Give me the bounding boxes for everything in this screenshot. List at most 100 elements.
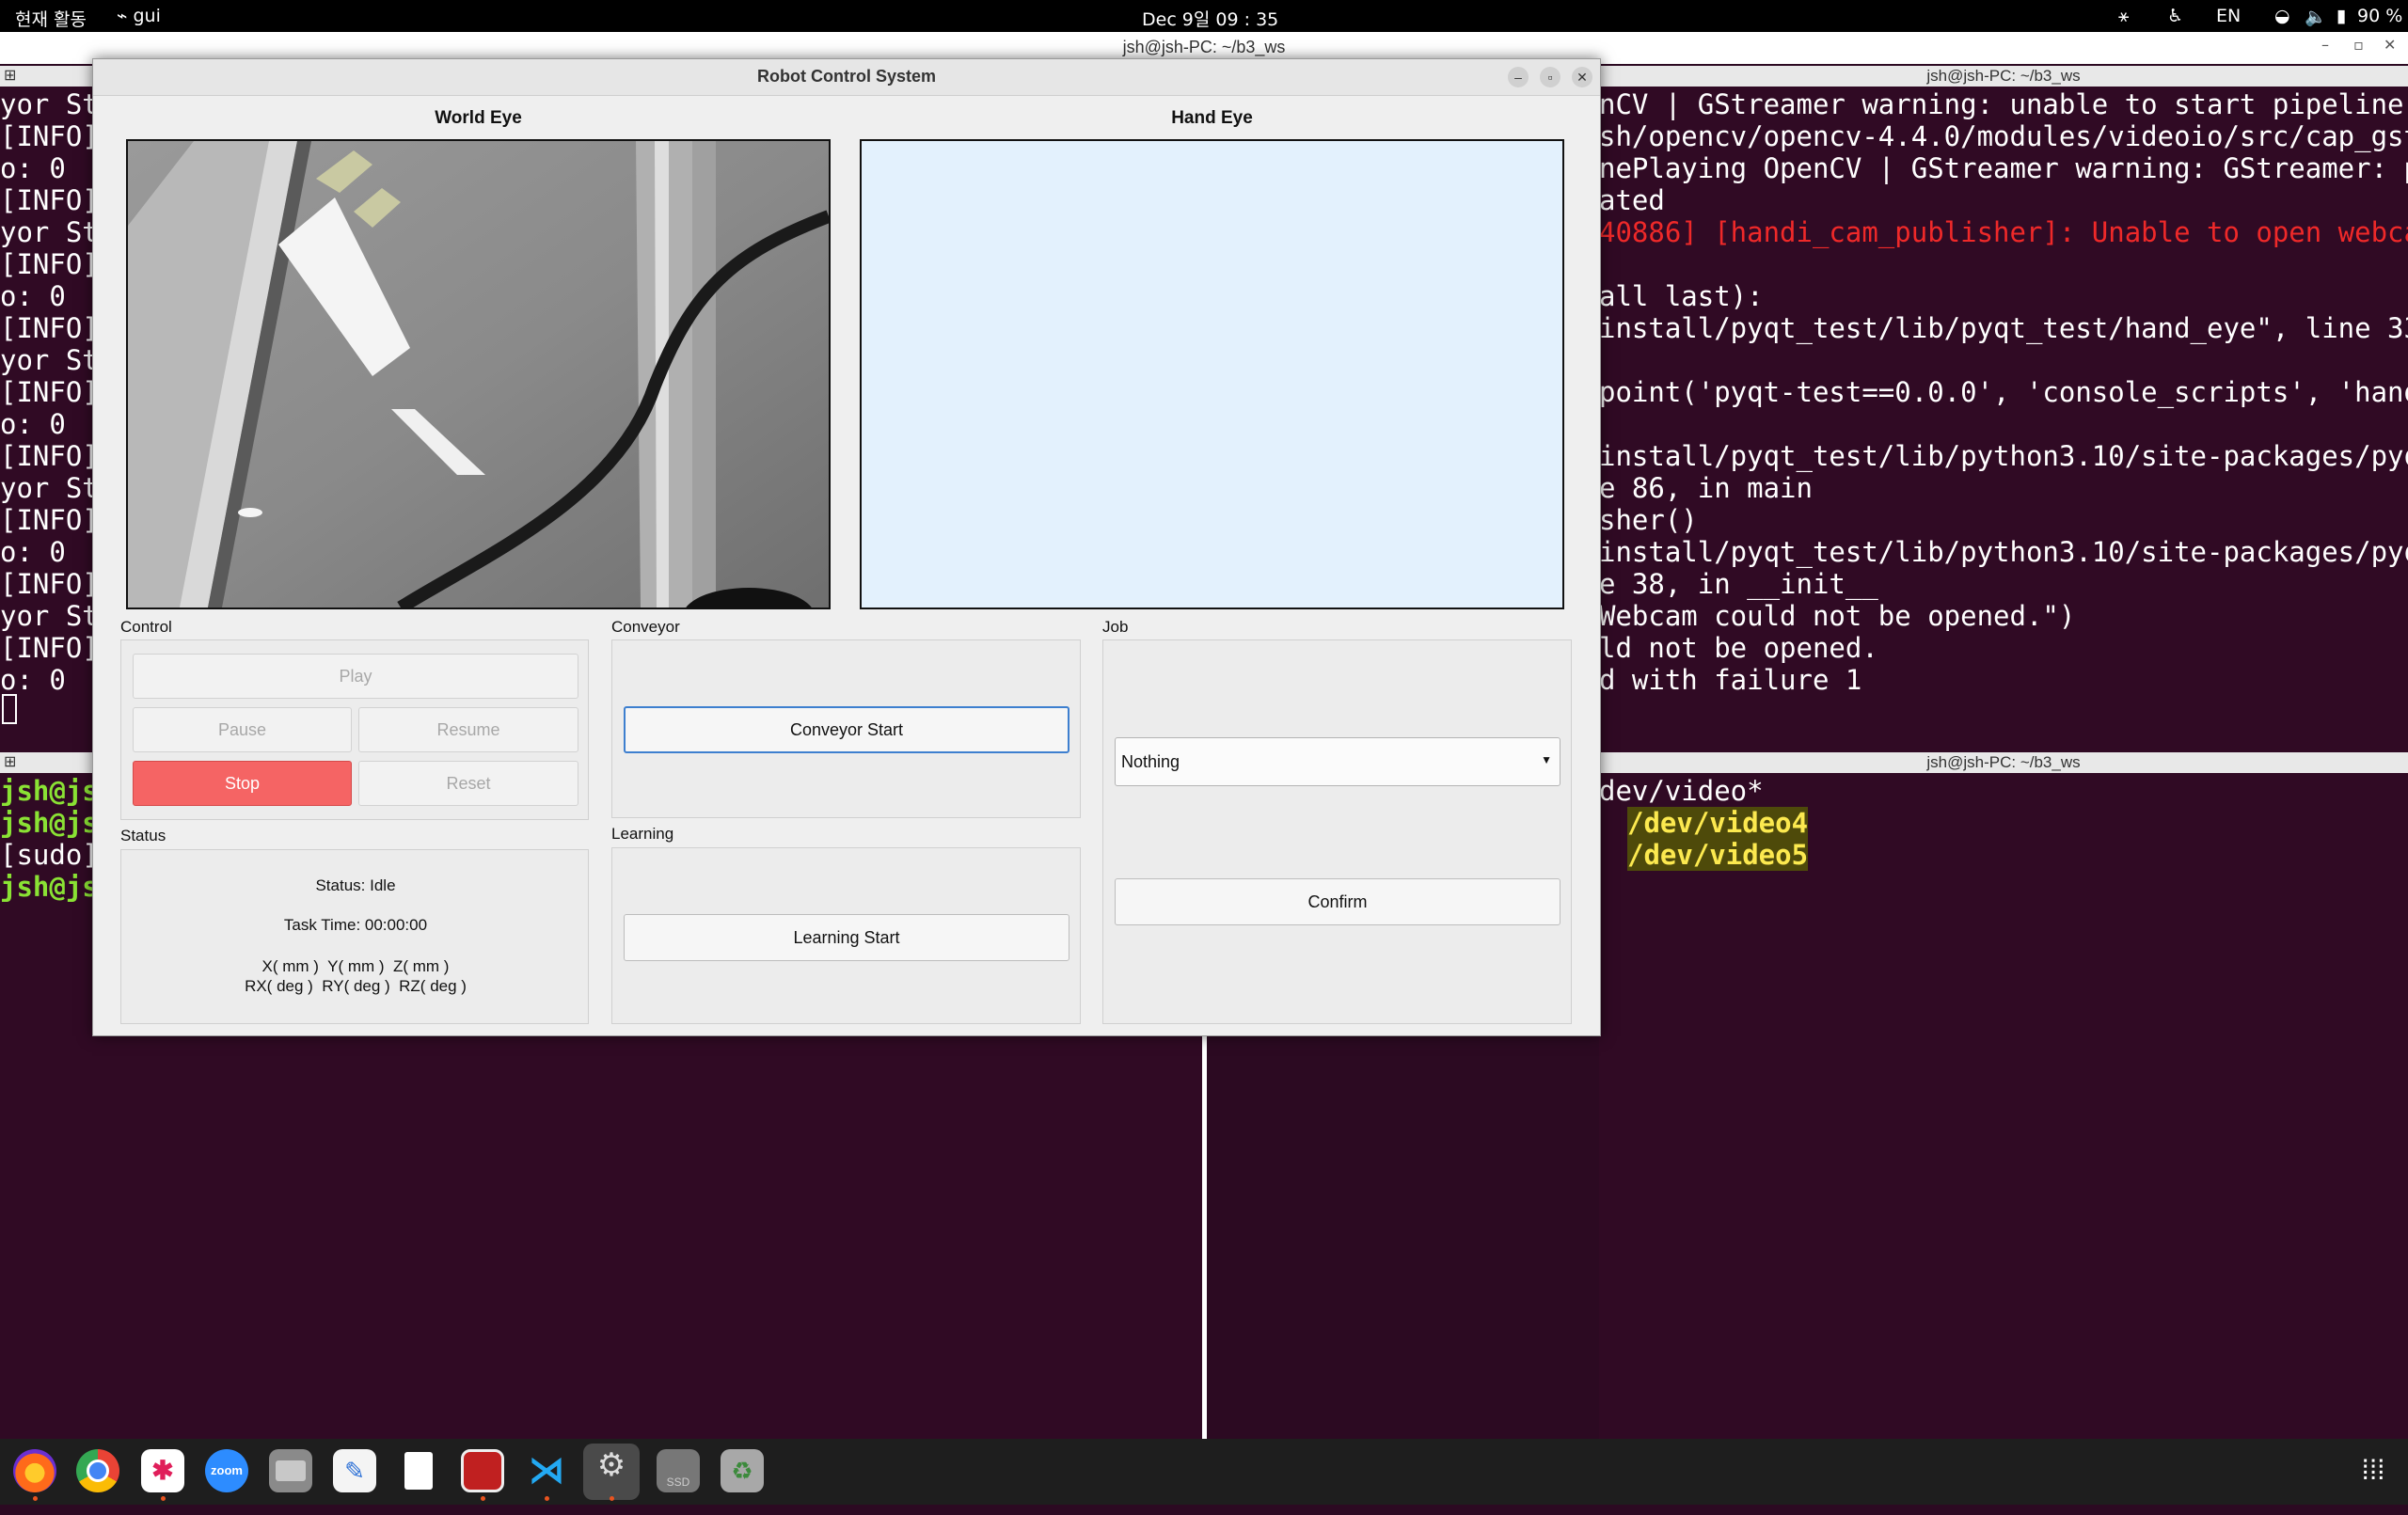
terminal-line: ld not be opened. [1599,632,1878,664]
battery-icon[interactable]: ▮ [2337,6,2346,26]
pane-divider[interactable] [1202,1033,1207,1439]
split-icon[interactable]: ⊞ [4,752,16,773]
terminal-pane-header: jsh@jsh-PC: ~/b3_ws [1599,66,2408,87]
job-select[interactable]: Nothing ▼ [1115,737,1560,786]
control-group-label: Control [120,618,172,636]
chrome-icon[interactable] [76,1449,119,1492]
terminal-line: install/pyqt_test/lib/python3.10/site-pa… [1599,440,2408,472]
terminal-line: all last): [1599,280,1764,312]
slack-icon[interactable]: ✱ [141,1449,184,1492]
files-icon[interactable] [269,1449,312,1492]
terminal-title: jsh@jsh-PC: ~/b3_ws [1122,38,1286,56]
zoom-icon[interactable]: zoom [205,1449,248,1492]
terminal-line: [INFO] [0,184,99,216]
activities-button[interactable]: 현재 활동 [15,6,87,31]
settings-gear-icon[interactable]: ⚙ [583,1444,640,1500]
learning-start-button[interactable]: Learning Start [624,914,1069,961]
terminal-line: [INFO] [0,568,99,600]
terminal-line: sher() [1599,504,1698,536]
terminal-line: [INFO] [0,120,99,152]
running-indicator [161,1496,166,1501]
terminal-right-bottom[interactable]: jsh@jsh-PC: ~/b3_ws dev/video*/dev/video… [1599,752,2408,1439]
stop-button[interactable]: Stop [133,761,352,806]
terminal-line: yor St [0,472,99,504]
terminal-line: o: 0 [0,408,66,440]
terminal-line: o: 0 [0,664,66,696]
battery-level: 90 % [2357,6,2403,26]
screen-recorder-icon[interactable] [461,1449,504,1492]
window-titlebar[interactable]: Robot Control System – ▫ ✕ [93,59,1600,96]
minimize-button[interactable]: – [1508,67,1529,87]
terminal-line: [INFO] [0,504,99,536]
pause-button[interactable]: Pause [133,707,352,752]
trash-icon[interactable]: ♻ [721,1449,764,1492]
network-share-icon[interactable]: ⚹ [2118,6,2129,26]
show-apps-grid-icon[interactable]: ⁞⁞⁞ [2352,1449,2395,1492]
camera-feed-image [128,141,829,608]
terminal-pane-title: jsh@jsh-PC: ~/b3_ws [1926,753,2081,771]
text-editor-icon[interactable]: ✎ [333,1449,376,1492]
terminal-line: Webcam could not be opened.") [1599,600,2076,632]
terminal-output: dev/video*/dev/video4/dev/video5 [1599,775,1809,871]
resume-button[interactable]: Resume [358,707,578,752]
confirm-button[interactable]: Confirm [1115,878,1560,925]
terminal-line: /dev/video5 [1627,839,1809,871]
terminal-line: dev/video* [1599,775,1764,807]
play-button[interactable]: Play [133,654,578,699]
accessibility-icon[interactable]: ♿ [2167,6,2183,26]
terminal-line: 40886] [handi_cam_publisher]: Unable to … [1599,216,2408,248]
maximize-icon[interactable]: ▫ [2353,36,2364,54]
terminal-output: nCV | GStreamer warning: unable to start… [1599,88,2408,696]
dock: ✱ zoom ✎ ⋊ ⚙ SSD ♻ ⁞⁞⁞ [0,1439,2408,1505]
document-icon[interactable] [397,1449,440,1492]
terminal-line: o: 0 [0,536,66,568]
job-group-label: Job [1102,618,1129,636]
maximize-button[interactable]: ▫ [1540,67,1560,87]
job-select-value: Nothing [1121,752,1180,771]
clock[interactable]: Dec 9일 09 : 35 [1142,6,1278,31]
terminal-line: ated [1599,184,1665,216]
terminal-line: nCV | GStreamer warning: unable to start… [1599,88,2404,120]
terminal-line: point('pyqt-test==0.0.0', 'console_scrip… [1599,376,2408,408]
terminal-line: e 38, in __init__ [1599,568,1878,600]
terminal-line: jsh@js [0,807,99,839]
terminal-line: /dev/video4 [1627,807,1809,839]
terminal-line: o: 0 [0,152,66,184]
terminal-output: yor St [INFO] o: 0 [INFO] yor St [INFO] o: 0 [I… [0,88,99,696]
reset-button[interactable]: Reset [358,761,578,806]
terminal-line: sh/opencv/opencv-4.4.0/modules/videoio/s… [1599,120,2408,152]
hand-eye-label: Hand Eye [1171,108,1253,128]
vscode-icon[interactable]: ⋊ [525,1449,568,1492]
terminal-right-top[interactable]: jsh@jsh-PC: ~/b3_ws nCV | GStreamer warn… [1599,66,2408,752]
terminal-line: install/pyqt_test/lib/python3.10/site-pa… [1599,536,2408,568]
split-icon[interactable]: ⊞ [4,66,16,87]
conveyor-start-button[interactable]: Conveyor Start [624,706,1069,753]
wifi-icon[interactable]: ◒ [2274,6,2290,26]
close-button[interactable]: ✕ [1572,67,1592,87]
terminal-line: yor St [0,88,99,120]
terminal-line: [INFO] [0,632,99,664]
close-icon[interactable]: ✕ [2384,36,2396,54]
chevron-down-icon: ▼ [1541,753,1552,766]
firefox-icon[interactable] [13,1449,56,1492]
ssd-drive-icon[interactable]: SSD [657,1449,700,1492]
language-indicator[interactable]: EN [2216,6,2241,26]
terminal-line: nePlaying OpenCV | GStreamer warning: GS… [1599,152,2408,184]
window-title: Robot Control System [756,67,936,86]
learning-group-label: Learning [611,825,674,843]
app-menu[interactable]: ⌁ gui [117,6,161,26]
learning-group: Learning Start [611,847,1081,1024]
status-group-label: Status [120,827,166,844]
terminal-cursor [2,694,17,724]
world-eye-label: World Eye [435,108,522,128]
status-group: Status: Idle Task Time: 00:00:00 X( mm )… [120,849,589,1024]
running-indicator [545,1496,549,1501]
terminal-line: jsh@js [0,775,99,807]
task-time: Task Time: 00:00:00 [283,916,428,934]
world-eye-camera-view [126,139,831,609]
minimize-icon[interactable]: – [2321,36,2329,54]
volume-icon[interactable]: 🔈 [2305,6,2327,27]
